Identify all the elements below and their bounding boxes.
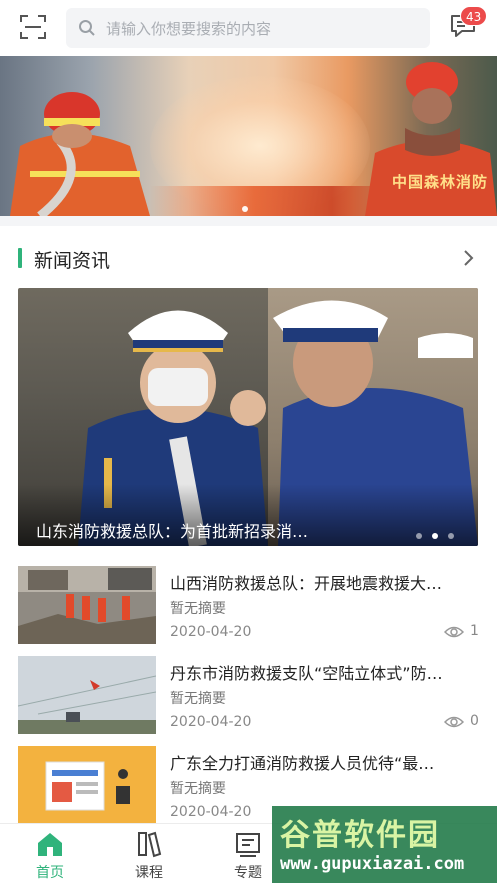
course-icon xyxy=(138,831,162,858)
topic-icon xyxy=(236,833,260,857)
news-title[interactable]: 丹东市消防救援支队“空陆立体式”防… xyxy=(170,660,482,684)
banner-carousel[interactable]: 中国森林消防 xyxy=(0,56,497,216)
scan-icon[interactable] xyxy=(18,12,48,42)
news-thumbnail xyxy=(18,566,156,644)
news-summary: 暂无摘要 xyxy=(170,781,226,797)
search-box[interactable]: 请输入你想要搜索的内容 xyxy=(66,8,430,48)
tab-home[interactable]: 首页 xyxy=(0,824,100,883)
news-thumbnail xyxy=(18,656,156,734)
news-view-count: 1 xyxy=(470,623,479,639)
home-icon xyxy=(38,833,62,856)
news-date: 2020-04-20 xyxy=(170,624,252,640)
tab-course-label: 课程 xyxy=(135,865,163,881)
eye-icon xyxy=(444,716,464,728)
banner-text: 中国森林消防 xyxy=(392,173,489,191)
news-summary: 暂无摘要 xyxy=(170,601,226,617)
featured-dot-active xyxy=(432,533,438,539)
news-view-count: 0 xyxy=(470,713,479,729)
tab-home-label: 首页 xyxy=(36,865,64,881)
news-title[interactable]: 山西消防救援总队：开展地震救援大… xyxy=(170,570,482,594)
news-summary: 暂无摘要 xyxy=(170,691,226,707)
watermark-title: 谷普软件园 xyxy=(280,818,440,853)
news-title[interactable]: 广东全力打通消防救援人员优待“最… xyxy=(170,750,482,774)
watermark-logo: 谷普软件园 www.gupuxiazai.com xyxy=(272,806,497,883)
featured-dot xyxy=(416,533,422,539)
watermark-url: www.gupuxiazai.com xyxy=(280,854,465,874)
section-divider xyxy=(0,216,497,226)
tab-course[interactable]: 课程 xyxy=(99,824,199,883)
search-placeholder[interactable]: 请输入你想要搜索的内容 xyxy=(106,18,271,39)
news-thumbnail xyxy=(18,746,156,824)
search-icon xyxy=(78,19,96,37)
firefighter-left-image xyxy=(10,92,150,216)
banner-dot xyxy=(242,206,248,212)
news-date: 2020-04-20 xyxy=(170,714,252,730)
news-item[interactable]: 山西消防救援总队：开展地震救援大… 暂无摘要 2020-04-20 1 xyxy=(0,566,497,658)
news-date: 2020-04-20 xyxy=(170,804,252,820)
featured-news-card[interactable]: 山东消防救援总队：为首批新招录消… xyxy=(18,288,478,546)
chevron-right-icon[interactable] xyxy=(460,248,476,268)
featured-indicator xyxy=(416,524,478,546)
eye-icon xyxy=(444,626,464,638)
banner-indicator xyxy=(242,197,248,216)
section-accent-bar xyxy=(18,248,22,268)
firefighter-right-image xyxy=(365,62,497,216)
section-title: 新闻资讯 xyxy=(34,250,111,272)
top-bar: 请输入你想要搜索的内容 43 xyxy=(0,0,497,56)
news-section-header[interactable]: 新闻资讯 xyxy=(0,236,497,280)
featured-dot xyxy=(448,533,454,539)
news-item[interactable]: 丹东市消防救援支队“空陆立体式”防… 暂无摘要 2020-04-20 0 xyxy=(0,656,497,748)
featured-caption[interactable]: 山东消防救援总队：为首批新招录消… xyxy=(36,518,308,542)
message-badge: 43 xyxy=(460,6,488,26)
message-button[interactable]: 43 xyxy=(448,6,488,44)
